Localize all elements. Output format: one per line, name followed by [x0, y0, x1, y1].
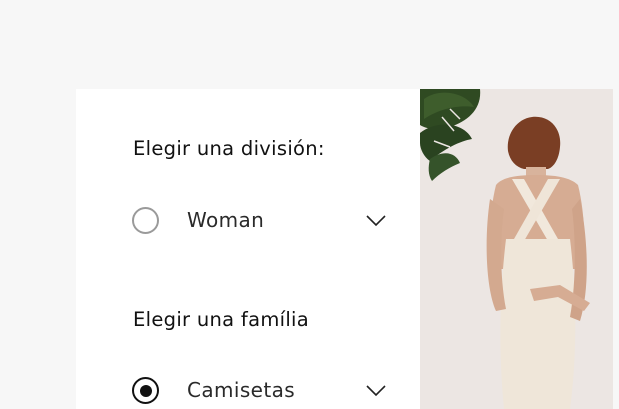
radio-unselected-icon[interactable]: [132, 207, 159, 234]
model-photo: [420, 89, 613, 409]
model-photo-illustration: [420, 89, 590, 409]
page: Elegir una división: Woman Elegir una fa…: [0, 0, 619, 409]
chevron-down-icon[interactable]: [366, 215, 386, 227]
family-heading: Elegir una família: [133, 308, 310, 331]
radio-selected-icon[interactable]: [132, 377, 159, 404]
division-dropdown[interactable]: Woman: [132, 207, 388, 239]
chevron-down-icon[interactable]: [366, 385, 386, 397]
division-heading: Elegir una división:: [133, 137, 325, 160]
plant-leaves: [420, 89, 481, 181]
division-value: Woman: [187, 208, 265, 232]
family-dropdown[interactable]: Camisetas: [132, 377, 388, 409]
radio-dot: [139, 384, 152, 397]
model-figure: [486, 116, 590, 409]
filter-panel: Elegir una división: Woman Elegir una fa…: [76, 89, 420, 409]
family-value: Camisetas: [187, 378, 296, 402]
